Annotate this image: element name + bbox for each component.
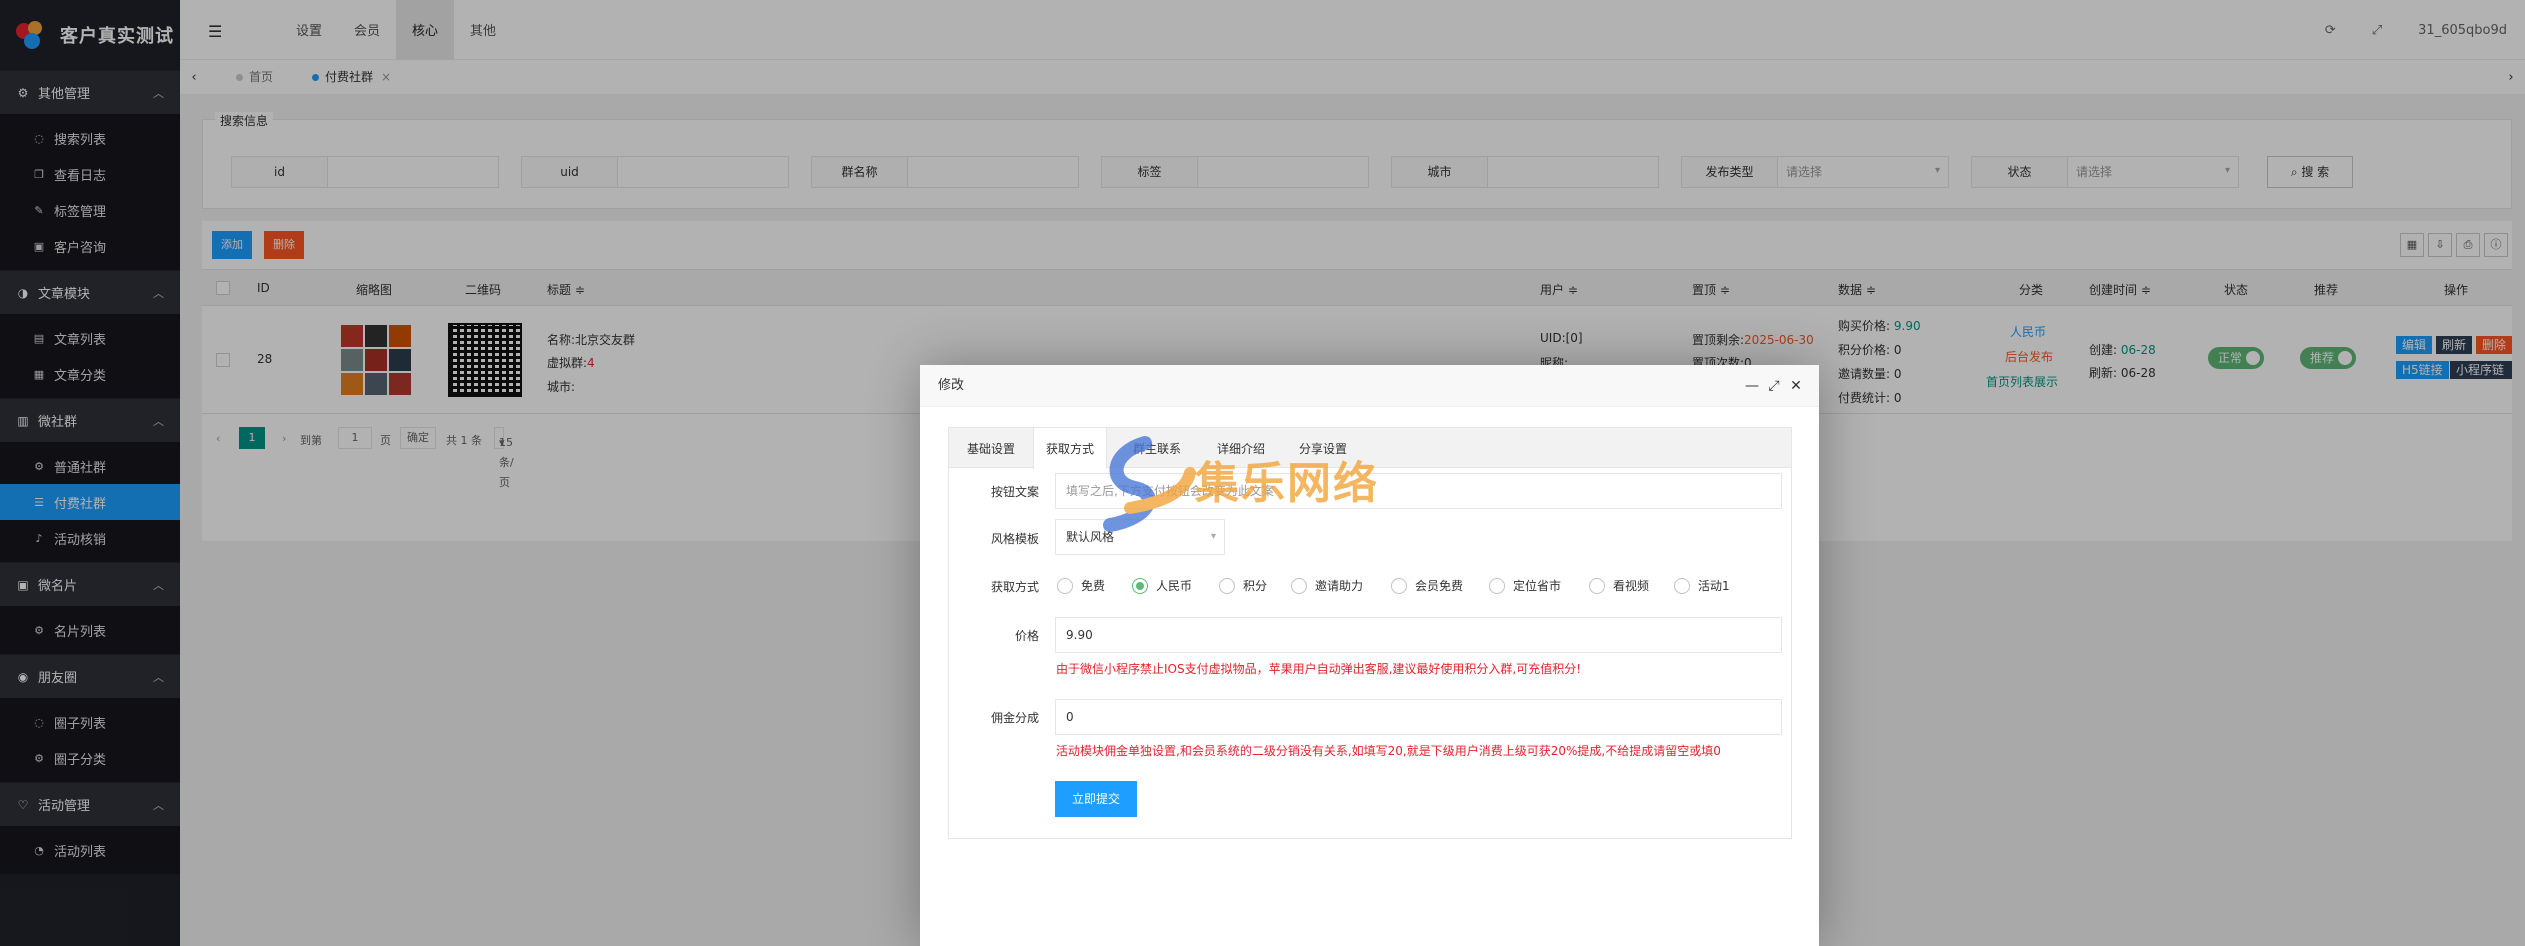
radio-label: 积分 — [1243, 579, 1268, 593]
radio-member-free[interactable]: 会员免费 — [1391, 577, 1463, 594]
radio-circle-icon — [1489, 577, 1505, 594]
maximize-icon[interactable]: ⤢ — [1763, 365, 1785, 407]
radio-label: 免费 — [1081, 579, 1106, 593]
radio-circle-icon — [1391, 577, 1407, 594]
radio-invite-help[interactable]: 邀请助力 — [1291, 577, 1363, 594]
tab-basic-settings[interactable]: 基础设置 — [959, 428, 1023, 468]
commission-input[interactable]: 0 — [1055, 699, 1782, 735]
submit-button[interactable]: 立即提交 — [1055, 781, 1138, 817]
radio-label: 邀请助力 — [1315, 579, 1364, 593]
radio-circle-icon — [1674, 577, 1690, 594]
radio-circle-icon — [1219, 577, 1235, 594]
price-tip: 由于微信小程序禁止IOS支付虚拟物品，苹果用户自动弹出客服,建议最好使用积分入群… — [1056, 662, 1582, 676]
radio-circle-icon — [1057, 577, 1073, 594]
radio-label: 人民币 — [1156, 579, 1193, 593]
price-label: 价格 — [1014, 629, 1039, 643]
radio-free[interactable]: 免费 — [1057, 577, 1105, 594]
commission-tip: 活动模块佣金单独设置,和会员系统的二级分销没有关系,如填写20,就是下级用户消费… — [1056, 744, 1721, 758]
radio-label: 活动1 — [1698, 579, 1730, 593]
radio-location[interactable]: 定位省市 — [1489, 577, 1561, 594]
commission-label: 佣金分成 — [990, 711, 1039, 725]
price-input[interactable]: 9.90 — [1055, 617, 1782, 653]
radio-watch-video[interactable]: 看视频 — [1589, 577, 1649, 594]
watermark-logo: 集乐网络 — [1090, 433, 1430, 533]
radio-points[interactable]: 积分 — [1219, 577, 1267, 594]
radio-checked-icon — [1132, 577, 1148, 594]
radio-label: 会员免费 — [1415, 579, 1464, 593]
radio-rmb[interactable]: 人民币 — [1132, 577, 1192, 594]
radio-label: 定位省市 — [1513, 579, 1562, 593]
radio-label: 看视频 — [1613, 579, 1650, 593]
radio-circle-icon — [1589, 577, 1605, 594]
minimize-icon[interactable]: — — [1741, 365, 1763, 407]
button-text-label: 按钮文案 — [990, 485, 1039, 499]
radio-activity1[interactable]: 活动1 — [1674, 577, 1730, 594]
modal-header: 修改 — ⤢ ✕ — [920, 365, 1819, 407]
modal-title: 修改 — [938, 378, 965, 393]
watermark-text: 集乐网络 — [1195, 458, 1379, 509]
acquire-label: 获取方式 — [990, 580, 1039, 594]
watermark-logo-icon — [1103, 436, 1196, 532]
radio-circle-icon — [1291, 577, 1307, 594]
close-icon[interactable]: ✕ — [1785, 365, 1807, 407]
style-label: 风格模板 — [990, 532, 1039, 546]
modal-tools: — ⤢ ✕ — [1741, 365, 1807, 407]
